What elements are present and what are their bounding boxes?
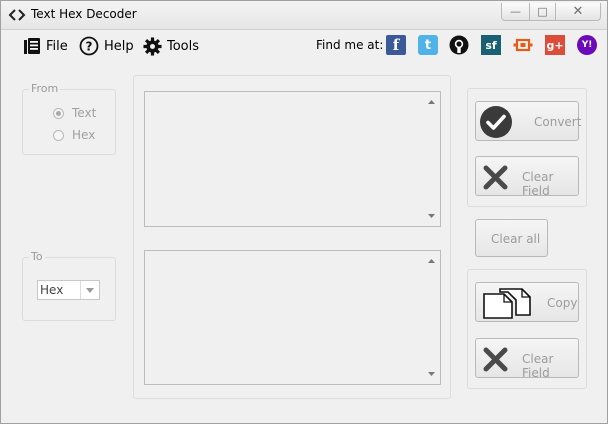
close-button[interactable]: ✕ xyxy=(555,3,601,21)
copy-label: Copy xyxy=(547,296,578,310)
menu-bar: File ? Help Tools Find me at: f t sf g+ … xyxy=(1,31,607,61)
to-format-value: Hex xyxy=(40,283,64,297)
yahoo-icon[interactable]: Y! xyxy=(577,35,597,55)
menu-tools[interactable]: Tools xyxy=(143,35,199,57)
to-format-select[interactable]: Hex xyxy=(37,280,100,300)
title-bar: Text Hex Decoder — □ ✕ xyxy=(1,1,607,30)
question-circle-icon: ? xyxy=(79,36,99,56)
scroll-up-icon[interactable] xyxy=(423,253,440,269)
input-scrollbar[interactable] xyxy=(423,92,440,226)
scroll-up-icon[interactable] xyxy=(423,94,440,110)
file-stack-icon xyxy=(24,38,40,54)
menu-file[interactable]: File xyxy=(23,35,68,57)
scroll-down-icon[interactable] xyxy=(423,208,440,224)
scroll-down-icon[interactable] xyxy=(423,366,440,382)
x-mark-icon xyxy=(483,347,508,372)
menu-tools-label: Tools xyxy=(167,38,200,54)
github-icon[interactable] xyxy=(449,35,469,55)
from-group: From Text Hex xyxy=(22,82,116,155)
clear-field-top-button[interactable]: Clear Field xyxy=(475,156,579,198)
convert-label: Convert xyxy=(534,115,582,129)
menu-help[interactable]: ? Help xyxy=(79,35,134,57)
sourceforge-icon[interactable]: sf xyxy=(481,35,501,55)
clear-field-bottom-button[interactable]: Clear Field xyxy=(475,338,579,380)
code-brackets-icon xyxy=(8,9,26,21)
minimize-button[interactable]: — xyxy=(501,3,530,21)
google-plus-icon[interactable]: g+ xyxy=(545,35,565,55)
twitter-icon[interactable]: t xyxy=(418,35,438,55)
window-title: Text Hex Decoder xyxy=(31,7,137,21)
radio-from-text-label: Text xyxy=(72,106,97,120)
menu-help-label: Help xyxy=(104,38,134,54)
clear-all-label: Clear all xyxy=(491,232,541,246)
app-window: Text Hex Decoder — □ ✕ File ? Help Tools… xyxy=(0,0,608,424)
radio-selected-indicator xyxy=(53,107,64,119)
clear-field-bottom-label: Clear Field xyxy=(522,352,554,380)
find-me-label: Find me at: xyxy=(316,38,384,52)
svg-text:?: ? xyxy=(86,40,93,54)
clear-field-top-label: Clear Field xyxy=(522,170,554,198)
from-legend: From xyxy=(29,82,61,95)
radio-unselected-indicator xyxy=(53,129,64,141)
maximize-button[interactable]: □ xyxy=(529,3,556,21)
copy-button[interactable]: Copy xyxy=(475,282,579,322)
checkmark-circle-icon xyxy=(480,106,512,138)
menu-file-label: File xyxy=(46,38,68,54)
chevron-down-icon[interactable] xyxy=(80,281,99,299)
to-legend: To xyxy=(29,250,45,263)
facebook-icon[interactable]: f xyxy=(386,35,406,55)
clear-all-button[interactable]: Clear all xyxy=(475,219,548,257)
x-mark-icon xyxy=(483,165,508,190)
radio-from-hex[interactable]: Hex xyxy=(53,128,95,142)
copy-pages-icon xyxy=(483,288,531,319)
convert-button[interactable]: Convert xyxy=(475,101,582,141)
output-scrollbar[interactable] xyxy=(423,251,440,384)
output-textarea[interactable] xyxy=(144,250,441,385)
radio-from-hex-label: Hex xyxy=(72,128,96,142)
input-textarea[interactable] xyxy=(144,91,441,227)
radio-from-text[interactable]: Text xyxy=(53,106,96,120)
ohloh-icon[interactable] xyxy=(513,35,533,55)
gear-icon xyxy=(143,36,162,56)
